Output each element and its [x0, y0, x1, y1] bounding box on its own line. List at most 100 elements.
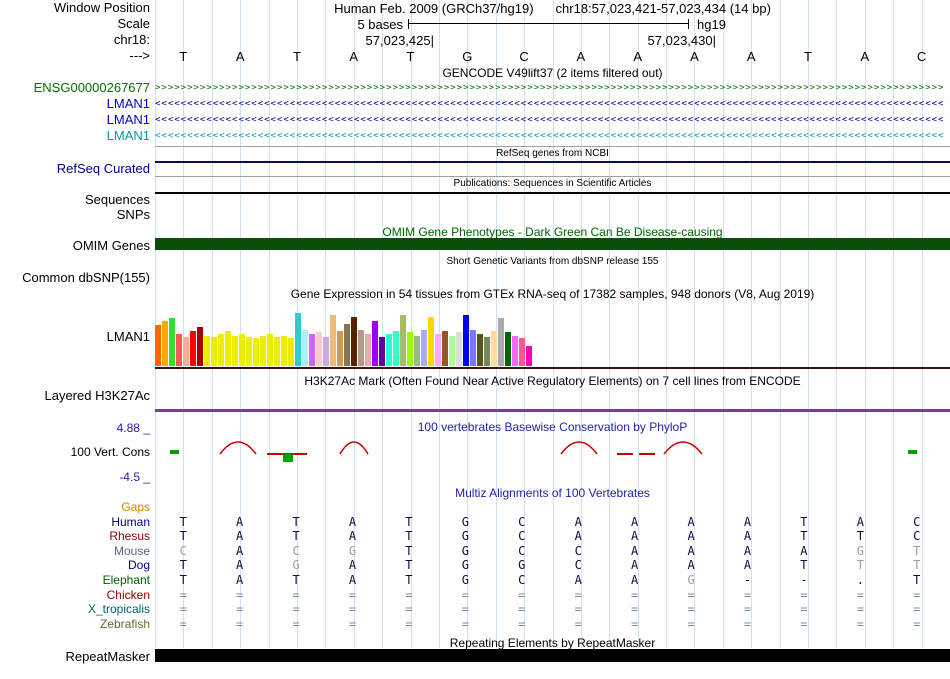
gtex-bar[interactable] — [512, 336, 518, 366]
gtex-bar[interactable] — [232, 336, 238, 366]
gtex-bar[interactable] — [155, 325, 161, 366]
gene-label[interactable]: LMAN1 — [0, 128, 150, 144]
alignment-row-chicken[interactable]: Chicken = = = = = = = = = = = = = = — [0, 588, 950, 603]
species-label[interactable]: Gaps — [0, 500, 150, 515]
species-label[interactable]: X_tropicalis — [0, 602, 150, 617]
gene-label[interactable]: LMAN1 — [0, 96, 150, 112]
gtex-bar[interactable] — [344, 324, 350, 366]
sequences-label[interactable]: Sequences — [0, 193, 150, 207]
gtex-bar[interactable] — [337, 331, 343, 366]
gtex-bar[interactable] — [498, 318, 504, 366]
gtex-bar[interactable] — [309, 334, 315, 366]
alignment-row-dog[interactable]: Dog T A G A T G G C A A A T T T — [0, 558, 950, 573]
gtex-bars[interactable] — [155, 306, 950, 366]
common-dbsnp-label[interactable]: Common dbSNP(155) — [0, 271, 150, 285]
gene-row[interactable]: LMAN1 <<<<<<<<<<<<<<<<<<<<<<<<<<<<<<<<<<<… — [0, 112, 950, 128]
gtex-bar[interactable] — [274, 337, 280, 366]
gtex-bar[interactable] — [183, 337, 189, 366]
gtex-bar[interactable] — [295, 313, 301, 366]
gtex-bar[interactable] — [414, 336, 420, 366]
repeatmasker-track-bar[interactable] — [155, 649, 950, 662]
species-label[interactable]: Chicken — [0, 588, 150, 603]
gtex-bar[interactable] — [463, 315, 469, 366]
layered-h3k27ac-label[interactable]: Layered H3K27Ac — [0, 389, 150, 403]
gtex-bar[interactable] — [211, 337, 217, 366]
gtex-bar[interactable] — [400, 315, 406, 366]
alignment-row-rhesus[interactable]: Rhesus T A T A T G C A A A A T T C — [0, 529, 950, 544]
gtex-bar[interactable] — [204, 336, 210, 366]
alignment-row-human[interactable]: Human T A T A T G C A A A A T A C — [0, 515, 950, 530]
gtex-bar[interactable] — [316, 332, 322, 366]
gene-label[interactable]: ENSG00000267677 — [0, 80, 150, 96]
gtex-bar[interactable] — [169, 318, 175, 366]
omim-track-bar[interactable] — [155, 238, 950, 250]
gene-row[interactable]: LMAN1 <<<<<<<<<<<<<<<<<<<<<<<<<<<<<<<<<<<… — [0, 96, 950, 112]
gtex-bar[interactable] — [526, 346, 532, 366]
sequences-track-line[interactable] — [155, 192, 950, 194]
gtex-bar[interactable] — [302, 330, 308, 366]
gtex-bar[interactable] — [190, 331, 196, 366]
alignment-row-zebrafish[interactable]: Zebrafish = = = = = = = = = = = = = = — [0, 617, 950, 632]
alignment-row-mouse[interactable]: Mouse C A C G T G C C A A A A G T — [0, 544, 950, 559]
gtex-bar[interactable] — [267, 334, 273, 366]
snps-label[interactable]: SNPs — [0, 208, 150, 222]
conservation-canvas[interactable] — [155, 434, 950, 472]
refseq-track-line[interactable] — [155, 161, 950, 163]
gtex-bar[interactable] — [253, 338, 259, 366]
gtex-bar[interactable] — [288, 338, 294, 366]
omim-genes-label[interactable]: OMIM Genes — [0, 239, 150, 253]
gtex-bar[interactable] — [358, 330, 364, 366]
gene-strand-arrows[interactable]: <<<<<<<<<<<<<<<<<<<<<<<<<<<<<<<<<<<<<<<<… — [155, 128, 945, 144]
gtex-bar[interactable] — [365, 334, 371, 366]
species-label[interactable]: Mouse — [0, 544, 150, 559]
gtex-bar[interactable] — [393, 331, 399, 366]
repeatmasker-label[interactable]: RepeatMasker — [0, 650, 150, 664]
vert-cons-label[interactable]: 100 Vert. Cons — [0, 445, 150, 459]
gtex-bar[interactable] — [197, 327, 203, 366]
species-label[interactable]: Elephant — [0, 573, 150, 588]
alignment-row-x_tropicalis[interactable]: X_tropicalis = = = = = = = = = = = = = = — [0, 602, 950, 617]
base-row[interactable]: TATATGCAAAATAC — [155, 49, 950, 64]
species-label[interactable]: Rhesus — [0, 529, 150, 544]
gtex-bar[interactable] — [386, 334, 392, 366]
gtex-bar[interactable] — [239, 334, 245, 366]
gtex-bar[interactable] — [477, 334, 483, 366]
gtex-bar[interactable] — [491, 331, 497, 366]
gtex-bar[interactable] — [162, 321, 168, 366]
gtex-bar[interactable] — [442, 331, 448, 366]
gtex-bar[interactable] — [379, 337, 385, 366]
gene-row[interactable]: ENSG00000267677 >>>>>>>>>>>>>>>>>>>>>>>>>… — [0, 80, 950, 96]
gtex-bar[interactable] — [260, 336, 266, 366]
gtex-bar[interactable] — [428, 317, 434, 366]
gtex-bar[interactable] — [351, 317, 357, 366]
gtex-bar[interactable] — [449, 336, 455, 366]
gtex-bar[interactable] — [281, 336, 287, 366]
gtex-bar[interactable] — [470, 330, 476, 366]
gtex-bar[interactable] — [407, 332, 413, 366]
species-label[interactable]: Dog — [0, 558, 150, 573]
gtex-bar[interactable] — [435, 334, 441, 366]
gene-strand-arrows[interactable]: >>>>>>>>>>>>>>>>>>>>>>>>>>>>>>>>>>>>>>>>… — [155, 80, 945, 96]
alignment-row-gaps[interactable]: Gaps — [0, 500, 950, 515]
alignment-row-elephant[interactable]: Elephant T A T A T G C A A G - -. T — [0, 573, 950, 588]
gtex-bar[interactable] — [323, 337, 329, 366]
gene-row[interactable]: LMAN1 <<<<<<<<<<<<<<<<<<<<<<<<<<<<<<<<<<<… — [0, 128, 950, 144]
gtex-bar[interactable] — [225, 331, 231, 366]
gene-label[interactable]: LMAN1 — [0, 112, 150, 128]
gtex-bar[interactable] — [484, 337, 490, 366]
species-label[interactable]: Human — [0, 515, 150, 530]
gtex-bar[interactable] — [246, 337, 252, 366]
gtex-bar[interactable] — [456, 332, 462, 366]
refseq-curated-label[interactable]: RefSeq Curated — [0, 162, 150, 176]
gtex-bar[interactable] — [519, 338, 525, 366]
gtex-bar[interactable] — [505, 332, 511, 366]
gtex-bar[interactable] — [330, 315, 336, 366]
gene-strand-arrows[interactable]: <<<<<<<<<<<<<<<<<<<<<<<<<<<<<<<<<<<<<<<<… — [155, 112, 945, 128]
gtex-bar[interactable] — [372, 321, 378, 366]
gtex-bar[interactable] — [421, 330, 427, 366]
gene-strand-arrows[interactable]: <<<<<<<<<<<<<<<<<<<<<<<<<<<<<<<<<<<<<<<<… — [155, 96, 945, 112]
gtex-gene-label[interactable]: LMAN1 — [0, 330, 150, 344]
h3k27ac-signal-line[interactable] — [155, 409, 950, 412]
gtex-bar[interactable] — [176, 334, 182, 366]
gtex-bar[interactable] — [218, 334, 224, 366]
